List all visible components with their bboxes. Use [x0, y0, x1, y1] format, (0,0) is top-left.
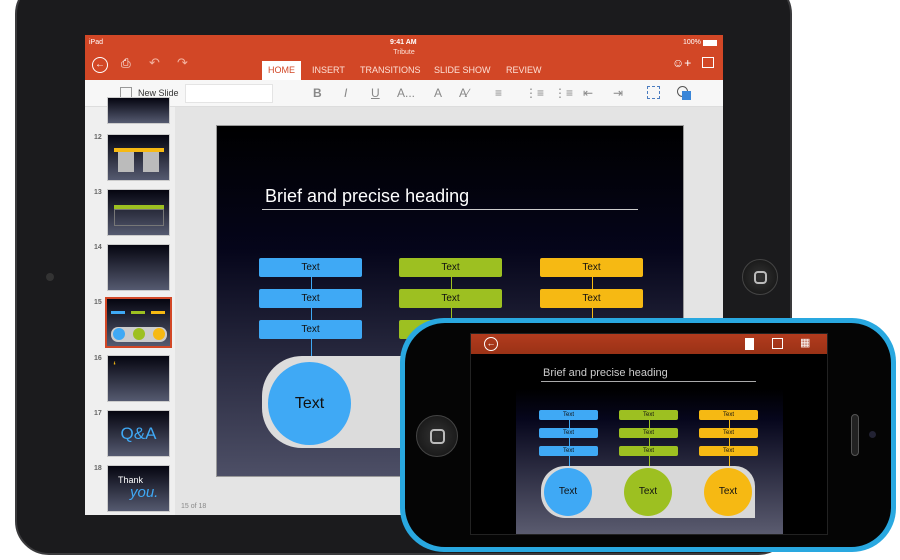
text-box[interactable]: Text — [540, 289, 643, 308]
outdent-icon[interactable]: ⇤ — [583, 86, 593, 100]
circle-shape: Text — [624, 468, 672, 516]
text-box[interactable]: Text — [540, 258, 643, 277]
slide-heading: Brief and precise heading — [543, 367, 668, 379]
circle-shape: Text — [544, 468, 592, 516]
camera — [869, 431, 876, 438]
indent-icon[interactable]: ⇥ — [613, 86, 623, 100]
slide-heading[interactable]: Brief and precise heading — [265, 186, 469, 207]
text-box[interactable]: Text — [259, 320, 362, 339]
present-icon[interactable] — [702, 57, 714, 68]
iphone-screen: ← ▦ Brief and precise heading Text Text Te… — [470, 333, 828, 535]
tab-transitions[interactable]: TRANSITIONS — [354, 61, 427, 80]
text-box[interactable]: Text — [539, 428, 598, 438]
slide-thumbnails-panel[interactable]: 12 13 14 15 16 ‘ 17 Q&A 18 Thank you. — [85, 97, 175, 515]
iphone-home-button[interactable] — [416, 415, 458, 457]
slide-thumbnail-18[interactable]: Thank you. — [107, 465, 170, 512]
slide-thumbnail-12[interactable] — [107, 134, 170, 181]
slide-number: 14 — [94, 244, 102, 251]
tab-home[interactable]: HOME — [262, 61, 301, 80]
text-box[interactable]: Text — [259, 258, 362, 277]
document-title: Tribute — [393, 49, 415, 56]
text-box[interactable]: Text — [399, 258, 502, 277]
slide-number: 17 — [94, 410, 102, 417]
font-name-input[interactable] — [185, 84, 273, 103]
battery-level: 100% — [683, 39, 701, 46]
document-icon[interactable] — [745, 338, 754, 350]
text-box[interactable]: Text — [399, 289, 502, 308]
speaker — [851, 414, 859, 456]
slide-number: 12 — [94, 134, 102, 141]
tab-insert[interactable]: INSERT — [306, 61, 351, 80]
highlight-icon[interactable]: A∕ — [459, 86, 469, 100]
slide-counter: 15 of 18 — [181, 503, 207, 510]
textbox-icon[interactable] — [647, 86, 660, 99]
file-icon[interactable]: ⎙ — [121, 56, 131, 71]
battery-icon — [703, 40, 717, 46]
slide-number: 15 — [94, 299, 102, 306]
tab-slide-show[interactable]: SLIDE SHOW — [428, 61, 497, 80]
text-box[interactable]: Text — [539, 410, 598, 420]
text-box[interactable]: Text — [699, 428, 758, 438]
edit-icon[interactable] — [772, 338, 783, 349]
text-box[interactable]: Text — [699, 410, 758, 420]
text-box[interactable]: Text — [619, 446, 678, 456]
slide-thumbnail-15-selected[interactable] — [105, 297, 172, 348]
slide-thumbnail-17[interactable]: Q&A — [107, 410, 170, 457]
carrier: iPad — [89, 39, 104, 46]
undo-icon[interactable]: ↶ — [149, 55, 160, 71]
circle-shape[interactable]: Text — [268, 362, 351, 445]
text-box[interactable]: Text — [619, 410, 678, 420]
ipad-home-button[interactable] — [742, 259, 778, 295]
text-box[interactable]: Text — [539, 446, 598, 456]
grid-icon[interactable]: ▦ — [800, 338, 810, 349]
slide-number: 18 — [94, 465, 102, 472]
camera — [46, 273, 54, 281]
redo-icon[interactable]: ↷ — [177, 55, 188, 71]
bullets-icon[interactable]: ⋮≡ — [525, 86, 544, 100]
share-person-icon[interactable]: ☺+ — [672, 56, 691, 70]
thumb-text: you. — [130, 484, 159, 501]
shapes-icon-square — [682, 91, 691, 100]
slide-thumbnail-11[interactable] — [107, 97, 170, 124]
bold-button[interactable]: B — [313, 86, 322, 100]
text-box[interactable]: Text — [619, 428, 678, 438]
circle-shape: Text — [704, 468, 752, 516]
iphone-device: ← ▦ Brief and precise heading Text Text Te… — [400, 318, 896, 552]
ribbon: New Slide B I U A... A A∕ ≡ ⋮≡ ⋮≡ ⇤ ⇥ — [85, 80, 723, 107]
slide-thumbnail-14[interactable] — [107, 244, 170, 291]
text-box[interactable]: Text — [699, 446, 758, 456]
text-box[interactable]: Text — [259, 289, 362, 308]
font-color-button[interactable]: A — [434, 86, 442, 100]
tab-review[interactable]: REVIEW — [500, 61, 548, 80]
align-left-icon[interactable]: ≡ — [495, 86, 502, 100]
clock: 9:41 AM — [390, 39, 417, 46]
slide-thumbnail-16[interactable]: ‘ — [107, 355, 170, 402]
back-icon[interactable]: ← — [92, 57, 108, 73]
slide-number: 16 — [94, 355, 102, 362]
italic-button[interactable]: I — [344, 86, 347, 100]
underline-button[interactable]: U — [371, 86, 380, 100]
slide-number: 13 — [94, 189, 102, 196]
back-icon[interactable]: ← — [484, 337, 498, 351]
slide-thumbnail-13[interactable] — [107, 189, 170, 236]
numbering-icon[interactable]: ⋮≡ — [554, 86, 573, 100]
font-options-button[interactable]: A... — [397, 86, 415, 100]
iphone-header: ← ▦ — [471, 334, 827, 354]
